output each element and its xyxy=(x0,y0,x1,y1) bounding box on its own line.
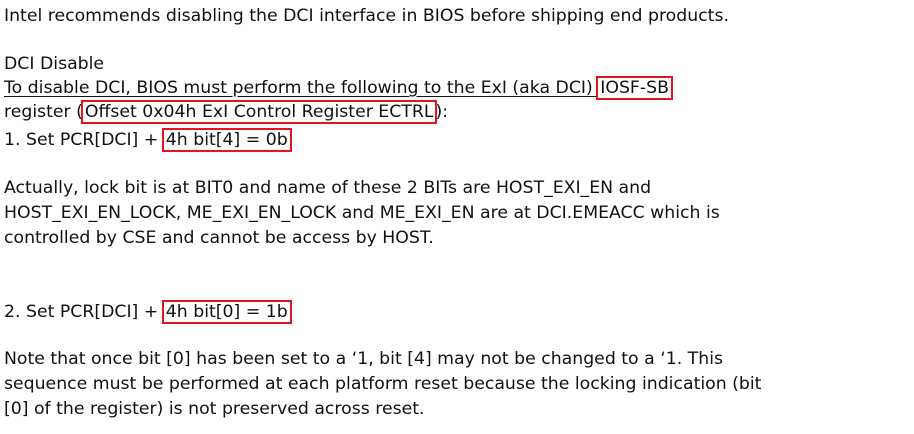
intro-text: Intel recommends disabling the DCI inter… xyxy=(4,6,729,26)
highlight-ectrl-register: Offset 0x04h ExI Control Register ECTRL xyxy=(80,100,438,124)
step2-prefix: 2. Set PCR[DCI] + xyxy=(4,302,164,322)
note2-line1: Note that once bit [0] has been set to a… xyxy=(4,349,723,369)
note1-line2: HOST_EXI_EN_LOCK, ME_EXI_EN_LOCK and ME_… xyxy=(4,203,720,223)
note2-line2: sequence must be performed at each platf… xyxy=(4,374,762,394)
note1-line1: Actually, lock bit is at BIT0 and name o… xyxy=(4,178,652,198)
step1-line: 1. Set PCR[DCI] + 4h bit[4] = 0b xyxy=(4,128,292,152)
para1-line2: register (Offset 0x04h ExI Control Regis… xyxy=(4,100,448,124)
highlight-iosf-sb: IOSF-SB xyxy=(596,76,673,100)
para1-line1: To disable DCI, BIOS must perform the fo… xyxy=(4,76,673,100)
section-title: DCI Disable xyxy=(4,54,105,74)
para1-line2-prefix: register ( xyxy=(4,102,83,122)
highlight-step1-bit: 4h bit[4] = 0b xyxy=(161,128,292,152)
highlight-step2-bit: 4h bit[0] = 1b xyxy=(161,300,292,324)
note2-line3: [0] of the register) is not preserved ac… xyxy=(4,399,425,419)
para1-line2-suffix: ): xyxy=(435,102,449,122)
para1-line1-text: To disable DCI, BIOS must perform the fo… xyxy=(4,78,599,98)
note1-line3: controlled by CSE and cannot be access b… xyxy=(4,228,434,248)
step1-prefix: 1. Set PCR[DCI] + xyxy=(4,130,164,150)
step2-line: 2. Set PCR[DCI] + 4h bit[0] = 1b xyxy=(4,300,292,324)
